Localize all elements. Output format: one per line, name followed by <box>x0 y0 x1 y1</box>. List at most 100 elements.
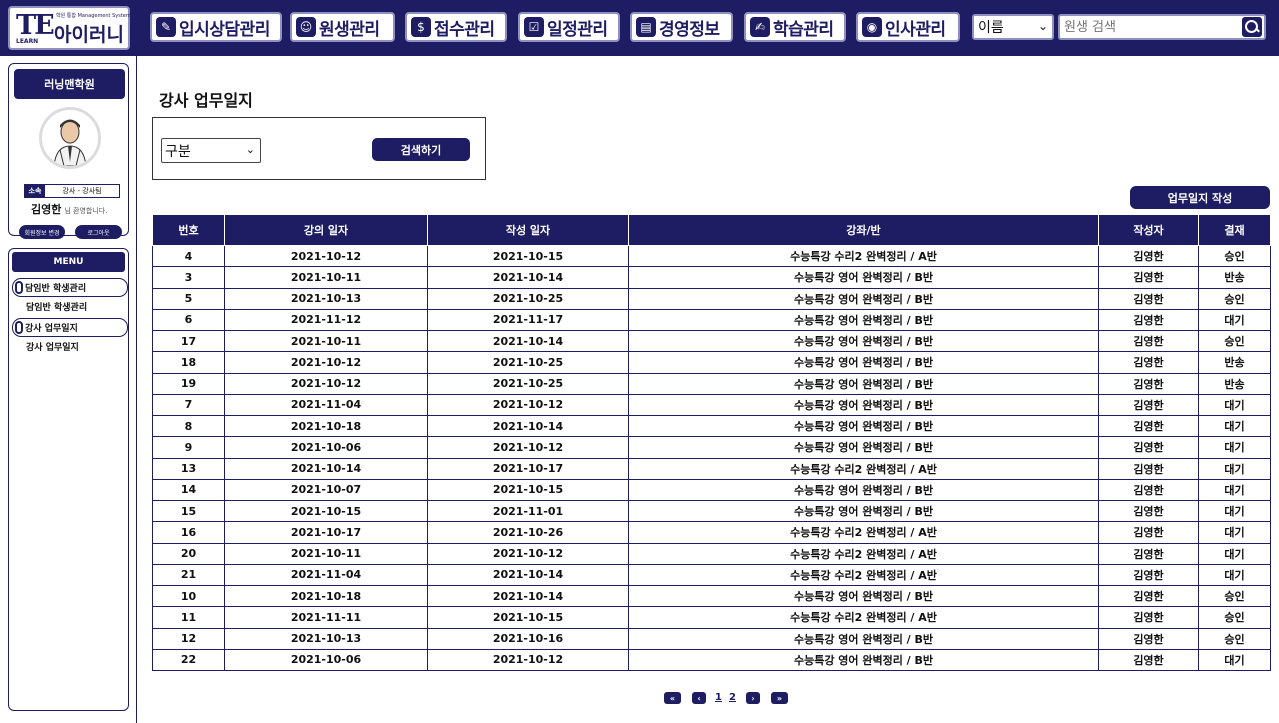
menu-pill-icon <box>15 281 23 294</box>
table-row[interactable]: 13 2021-10-14 2021-10-17 수능특강 수리2 완벽정리 / A반… <box>152 458 1271 480</box>
cell-written-date: 2021-10-12 <box>427 649 629 672</box>
table-row[interactable]: 18 2021-10-12 2021-10-25 수능특강 영어 완벽정리 / B반 김… <box>152 351 1271 374</box>
cell-approval-status: 대기 <box>1198 500 1271 523</box>
cell-lecture-date: 2021-10-15 <box>224 500 428 523</box>
table-row[interactable]: 10 2021-10-18 2021-10-14 수능특강 영어 완벽정리 / B반 김… <box>152 585 1271 608</box>
edit-icon: ✍ <box>750 17 770 37</box>
prev-page-button[interactable]: ‹ <box>692 692 706 704</box>
table-row[interactable]: 3 2021-10-11 2021-10-14 수능특강 영어 완벽정리 / B반 김영… <box>152 266 1271 289</box>
menu-group-homeroom[interactable]: 담임반 학생관리 <box>12 278 128 297</box>
cell-approval-status: 대기 <box>1198 436 1271 459</box>
search-button[interactable] <box>1240 14 1266 40</box>
next-page-button[interactable]: › <box>746 692 760 704</box>
cell-written-date: 2021-11-01 <box>427 500 629 523</box>
edit-profile-button[interactable]: 회원정보 변경 <box>19 225 65 239</box>
app-root: TE LEARN 학원 통합 Management System 아이러니 ✎ … <box>0 0 1279 723</box>
table-body: 4 2021-10-12 2021-10-15 수능특강 수리2 완벽정리 / A반 김… <box>152 245 1271 672</box>
write-log-button[interactable]: 업무일지 작성 <box>1130 186 1270 209</box>
table-row[interactable]: 9 2021-10-06 2021-10-12 수능특강 영어 완벽정리 / B반 김영… <box>152 436 1271 459</box>
column-header-author[interactable]: 작성자 <box>1098 214 1199 246</box>
table-header-row: 번호 강의 일자 작성 일자 강좌/반 작성자 결재 <box>152 214 1271 246</box>
nav-learning-management[interactable]: ✍ 학습관리 <box>744 12 846 42</box>
cell-lecture-date: 2021-10-12 <box>224 245 428 268</box>
cell-written-date: 2021-11-17 <box>427 309 629 332</box>
table-row[interactable]: 11 2021-11-11 2021-10-15 수능특강 수리2 완벽정리 / A반… <box>152 606 1271 629</box>
table-row[interactable]: 22 2021-10-06 2021-10-12 수능특강 영어 완벽정리 / B반 김… <box>152 649 1271 672</box>
search-field-select[interactable]: 이름 ⌄ <box>972 14 1054 40</box>
cell-course-class: 수능특강 영어 완벽정리 / B반 <box>628 649 1099 672</box>
menu-group-instructor-log[interactable]: 강사 업무일지 <box>12 318 128 337</box>
cell-lecture-date: 2021-10-12 <box>224 373 428 395</box>
cell-approval-status: 대기 <box>1198 309 1271 332</box>
greeting-text: 님 환영합니다. <box>64 207 108 215</box>
table-row[interactable]: 8 2021-10-18 2021-10-14 수능특강 영어 완벽정리 / B반 김영… <box>152 415 1271 438</box>
cell-number: 8 <box>152 415 225 438</box>
logout-button[interactable]: 로그아웃 <box>75 225 122 239</box>
nav-registration[interactable]: $ 접수관리 <box>405 12 507 42</box>
column-header-approval[interactable]: 결재 <box>1198 214 1271 246</box>
cell-approval-status: 반송 <box>1198 373 1271 395</box>
menu-group-label: 강사 업무일지 <box>25 324 78 334</box>
search-icon <box>1242 17 1262 37</box>
nav-student-management[interactable]: ☺ 원생관리 <box>290 12 395 42</box>
column-header-written-date[interactable]: 작성 일자 <box>427 214 629 246</box>
table-row[interactable]: 4 2021-10-12 2021-10-15 수능특강 수리2 완벽정리 / A반 김… <box>152 245 1271 268</box>
cell-lecture-date: 2021-11-04 <box>224 394 428 417</box>
cell-course-class: 수능특강 영어 완벽정리 / B반 <box>628 373 1099 395</box>
logo[interactable]: TE LEARN 학원 통합 Management System 아이러니 <box>8 6 131 50</box>
table-row[interactable]: 16 2021-10-17 2021-10-26 수능특강 수리2 완벽정리 / A반… <box>152 521 1271 544</box>
table-row[interactable]: 7 2021-11-04 2021-10-12 수능특강 영어 완벽정리 / B반 김영… <box>152 394 1271 417</box>
cell-course-class: 수능특강 영어 완벽정리 / B반 <box>628 628 1099 650</box>
cell-approval-status: 대기 <box>1198 564 1271 587</box>
cell-number: 15 <box>152 500 225 523</box>
users-icon: ☺ <box>296 17 316 37</box>
table-row[interactable]: 12 2021-10-13 2021-10-16 수능특강 영어 완벽정리 / B반 김… <box>152 628 1271 650</box>
cell-lecture-date: 2021-10-18 <box>224 585 428 608</box>
last-page-button[interactable]: » <box>771 692 788 704</box>
cell-lecture-date: 2021-10-11 <box>224 266 428 289</box>
cell-lecture-date: 2021-11-04 <box>224 564 428 587</box>
first-page-button[interactable]: « <box>664 692 681 704</box>
cell-lecture-date: 2021-11-12 <box>224 309 428 332</box>
menu-item-homeroom-students[interactable]: 담임반 학생관리 <box>26 300 87 313</box>
cell-author: 김영한 <box>1098 266 1199 289</box>
cell-number: 22 <box>152 649 225 672</box>
category-select[interactable]: 구분 ⌄ <box>161 138 261 163</box>
table-row[interactable]: 17 2021-10-11 2021-10-14 수능특강 영어 완벽정리 / B반 김… <box>152 330 1271 353</box>
table-row[interactable]: 14 2021-10-07 2021-10-15 수능특강 영어 완벽정리 / B반 김… <box>152 479 1271 502</box>
column-header-number[interactable]: 번호 <box>152 214 225 246</box>
page-number-1[interactable]: 1 <box>715 692 722 703</box>
person-icon <box>53 119 87 166</box>
table-row[interactable]: 15 2021-10-15 2021-11-01 수능특강 영어 완벽정리 / B반 김… <box>152 500 1271 523</box>
page-number-2[interactable]: 2 <box>729 692 736 703</box>
logo-learn-text: LEARN <box>16 38 39 45</box>
filter-search-button[interactable]: 검색하기 <box>372 138 470 161</box>
table-row[interactable]: 19 2021-10-12 2021-10-25 수능특강 영어 완벽정리 / B반 김… <box>152 373 1271 395</box>
cell-number: 6 <box>152 309 225 332</box>
cell-author: 김영한 <box>1098 479 1199 502</box>
table-row[interactable]: 21 2021-11-04 2021-10-14 수능특강 수리2 완벽정리 / A반… <box>152 564 1271 587</box>
menu-group-label: 담임반 학생관리 <box>25 284 87 294</box>
menu-pill-icon <box>15 321 23 334</box>
cell-lecture-date: 2021-10-18 <box>224 415 428 438</box>
nav-label: 경영정보 <box>659 19 720 40</box>
cell-written-date: 2021-10-25 <box>427 373 629 395</box>
cell-author: 김영한 <box>1098 330 1199 353</box>
nav-schedule[interactable]: ☑ 일정관리 <box>518 12 620 42</box>
nav-business-info[interactable]: ▤ 경영정보 <box>630 12 733 42</box>
cell-written-date: 2021-10-14 <box>427 415 629 438</box>
nav-admission-counsel[interactable]: ✎ 입시상담관리 <box>150 12 282 42</box>
menu-item-instructor-log[interactable]: 강사 업무일지 <box>26 340 79 353</box>
column-header-lecture-date[interactable]: 강의 일자 <box>224 214 428 246</box>
work-log-table: 번호 강의 일자 작성 일자 강좌/반 작성자 결재 4 2021-10-12 20… <box>152 214 1271 672</box>
column-header-course-class[interactable]: 강좌/반 <box>628 214 1099 246</box>
cell-lecture-date: 2021-10-12 <box>224 351 428 374</box>
cell-lecture-date: 2021-10-13 <box>224 628 428 650</box>
student-search-input[interactable] <box>1058 14 1240 40</box>
pencil-icon: ✎ <box>156 17 176 37</box>
top-navigation-bar: TE LEARN 학원 통합 Management System 아이러니 ✎ … <box>0 0 1279 56</box>
nav-hr-management[interactable]: ◉ 인사관리 <box>856 12 960 42</box>
table-row[interactable]: 6 2021-11-12 2021-11-17 수능특강 영어 완벽정리 / B반 김영… <box>152 309 1271 332</box>
table-row[interactable]: 20 2021-10-11 2021-10-12 수능특강 수리2 완벽정리 / A반… <box>152 543 1271 565</box>
table-row[interactable]: 5 2021-10-13 2021-10-25 수능특강 영어 완벽정리 / B반 김영… <box>152 288 1271 310</box>
